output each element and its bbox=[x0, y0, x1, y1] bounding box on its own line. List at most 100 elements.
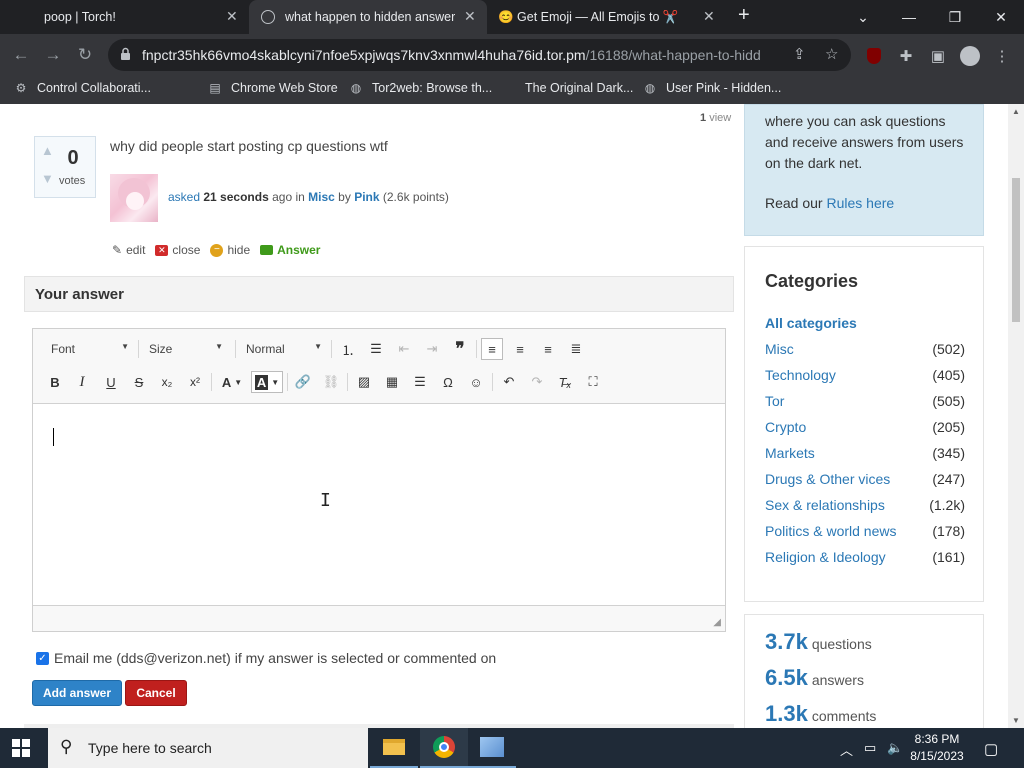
category-item[interactable]: Misc (502) bbox=[765, 341, 965, 357]
redo-icon[interactable]: ↷ bbox=[526, 371, 548, 393]
close-icon[interactable]: ✕ bbox=[226, 8, 238, 25]
share-icon[interactable]: ⇪ bbox=[793, 45, 806, 63]
email-notify-checkbox[interactable]: ✓ bbox=[36, 651, 49, 665]
system-clock[interactable]: 8:36 PM 8/15/2023 bbox=[904, 731, 970, 765]
scroll-up-icon[interactable]: ▲ bbox=[1012, 107, 1020, 116]
category-item[interactable]: Drugs & Other vices (247) bbox=[765, 471, 965, 487]
answer-textarea[interactable] bbox=[33, 404, 725, 604]
bookmark-item[interactable]: The Original Dark... bbox=[525, 81, 633, 95]
all-categories-link[interactable]: All categories bbox=[765, 315, 857, 331]
close-button[interactable]: ✕ close bbox=[155, 243, 200, 257]
reload-icon[interactable]: ↻ bbox=[72, 42, 98, 68]
format-select[interactable]: Normal ▼ bbox=[240, 338, 326, 360]
network-icon[interactable]: ▭ bbox=[864, 740, 876, 756]
category-item[interactable]: Religion & Ideology (161) bbox=[765, 549, 965, 565]
tab-search-icon[interactable]: ⌄ bbox=[840, 0, 886, 34]
link-icon[interactable]: 🔗 bbox=[292, 371, 314, 393]
edit-button[interactable]: ✎ edit bbox=[112, 243, 145, 257]
undo-icon[interactable]: ↶ bbox=[498, 371, 520, 393]
table-icon[interactable]: ▦ bbox=[381, 371, 403, 393]
volume-icon[interactable]: 🔈 bbox=[887, 740, 903, 756]
category-link[interactable]: Misc bbox=[308, 190, 335, 204]
app-window-icon[interactable] bbox=[468, 728, 516, 768]
align-left-icon[interactable]: ≡ bbox=[481, 338, 503, 360]
forward-icon[interactable]: → bbox=[40, 42, 66, 68]
menu-icon[interactable]: ⋮ bbox=[992, 46, 1012, 66]
notifications-icon[interactable]: ▢ bbox=[984, 740, 998, 758]
align-justify-icon[interactable]: ≣ bbox=[565, 338, 587, 360]
subscript-icon[interactable]: x₂ bbox=[156, 371, 178, 393]
text-color-icon[interactable]: A ▼ bbox=[217, 371, 247, 393]
new-tab-icon[interactable]: + bbox=[738, 4, 750, 27]
cancel-button[interactable]: Cancel bbox=[125, 680, 187, 706]
remove-format-icon[interactable]: T̶ₓ bbox=[554, 371, 576, 393]
address-bar[interactable]: fnpctr35hk66vmo4skablcyni7nfoe5xpjwqs7kn… bbox=[108, 39, 851, 71]
window-close-icon[interactable]: ✕ bbox=[978, 0, 1024, 34]
bulleted-list-icon[interactable]: ☰ bbox=[365, 338, 387, 360]
strikethrough-icon[interactable]: S bbox=[128, 371, 150, 393]
font-select[interactable]: Font ▼ bbox=[45, 338, 133, 360]
bookmark-star-icon[interactable]: ☆ bbox=[825, 45, 838, 63]
italic-icon[interactable]: I bbox=[71, 371, 93, 393]
bookmark-item[interactable]: ◍ User Pink - Hidden... bbox=[643, 81, 782, 95]
category-item[interactable]: Markets (345) bbox=[765, 445, 965, 461]
category-item[interactable]: Politics & world news (178) bbox=[765, 523, 965, 539]
maximize-icon[interactable]: ⛶ bbox=[582, 371, 604, 393]
align-right-icon[interactable]: ≡ bbox=[537, 338, 559, 360]
horizontal-line-icon[interactable]: ☰ bbox=[409, 371, 431, 393]
back-icon[interactable]: ← bbox=[8, 42, 34, 68]
avatar[interactable] bbox=[110, 174, 158, 222]
category-item[interactable]: Sex & relationships (1.2k) bbox=[765, 497, 965, 513]
blockquote-icon[interactable]: ❞ bbox=[449, 338, 471, 360]
background-color-icon[interactable]: A ▼ bbox=[251, 371, 283, 393]
unlink-icon[interactable]: ⛓ bbox=[320, 371, 342, 393]
bookmark-item[interactable]: ⚙ Control Collaborati... bbox=[14, 81, 151, 95]
size-select[interactable]: Size ▼ bbox=[143, 338, 227, 360]
bookmark-item[interactable]: ◍ Tor2web: Browse th... bbox=[349, 81, 492, 95]
close-icon[interactable]: ✕ bbox=[464, 8, 476, 25]
file-explorer-icon[interactable] bbox=[370, 728, 418, 768]
outdent-icon[interactable]: ⇤ bbox=[393, 338, 415, 360]
hide-button[interactable]: − hide bbox=[210, 243, 250, 257]
tab-get-emoji[interactable]: 😊 Get Emoji — All Emojis to ✂️ ✕ bbox=[488, 0, 724, 34]
resize-handle-icon[interactable]: ◢ bbox=[713, 617, 721, 628]
bold-icon[interactable]: B bbox=[44, 371, 66, 393]
rules-link[interactable]: Rules here bbox=[826, 195, 894, 211]
add-answer-button[interactable]: Add answer bbox=[32, 680, 122, 706]
special-char-icon[interactable]: Ω bbox=[437, 371, 459, 393]
answer-button[interactable]: Answer bbox=[260, 243, 320, 257]
scroll-down-icon[interactable]: ▼ bbox=[1012, 716, 1020, 725]
asked-link[interactable]: asked bbox=[168, 190, 200, 204]
ublock-icon[interactable] bbox=[864, 46, 884, 66]
category-item[interactable]: Crypto (205) bbox=[765, 419, 965, 435]
extensions-icon[interactable]: ✚ bbox=[896, 46, 916, 66]
bookmark-item[interactable]: ▤ Chrome Web Store bbox=[208, 81, 337, 95]
side-panel-icon[interactable]: ▣ bbox=[928, 46, 948, 66]
indent-icon[interactable]: ⇥ bbox=[421, 338, 443, 360]
tray-chevron-icon[interactable]: ︿ bbox=[840, 740, 853, 759]
superscript-icon[interactable]: x² bbox=[184, 371, 206, 393]
tab-torch[interactable]: poop | Torch! ✕ bbox=[0, 0, 248, 34]
downvote-icon[interactable]: ▼ bbox=[41, 171, 54, 186]
close-icon[interactable]: ✕ bbox=[703, 8, 715, 25]
scrollbar-thumb[interactable] bbox=[1012, 178, 1020, 322]
taskbar-search-box[interactable]: ⚲ Type here to search bbox=[48, 728, 368, 768]
numbered-list-icon[interactable]: ⒈ bbox=[337, 338, 359, 360]
windows-start-icon[interactable] bbox=[12, 739, 30, 757]
emoji-icon[interactable]: ☺ bbox=[465, 371, 487, 393]
category-item[interactable]: Tor (505) bbox=[765, 393, 965, 409]
minimize-icon[interactable]: — bbox=[886, 0, 932, 34]
restore-icon[interactable]: ❐ bbox=[932, 0, 978, 34]
align-center-icon[interactable]: ≡ bbox=[509, 338, 531, 360]
email-notify-option[interactable]: ✓ Email me (dds@verizon.net) if my answe… bbox=[36, 650, 496, 666]
category-item[interactable]: Technology (405) bbox=[765, 367, 965, 383]
page-scrollbar[interactable]: ▲ ▼ bbox=[1008, 104, 1024, 728]
votes-label: votes bbox=[59, 175, 86, 187]
profile-avatar-icon[interactable] bbox=[958, 46, 982, 66]
tab-hidden-answers[interactable]: what happen to hidden answers ✕ bbox=[249, 0, 487, 34]
upvote-icon[interactable]: ▲ bbox=[41, 143, 54, 158]
author-link[interactable]: Pink bbox=[354, 190, 379, 204]
image-icon[interactable]: ▨ bbox=[353, 371, 375, 393]
chrome-icon[interactable] bbox=[420, 728, 468, 768]
underline-icon[interactable]: U bbox=[100, 371, 122, 393]
